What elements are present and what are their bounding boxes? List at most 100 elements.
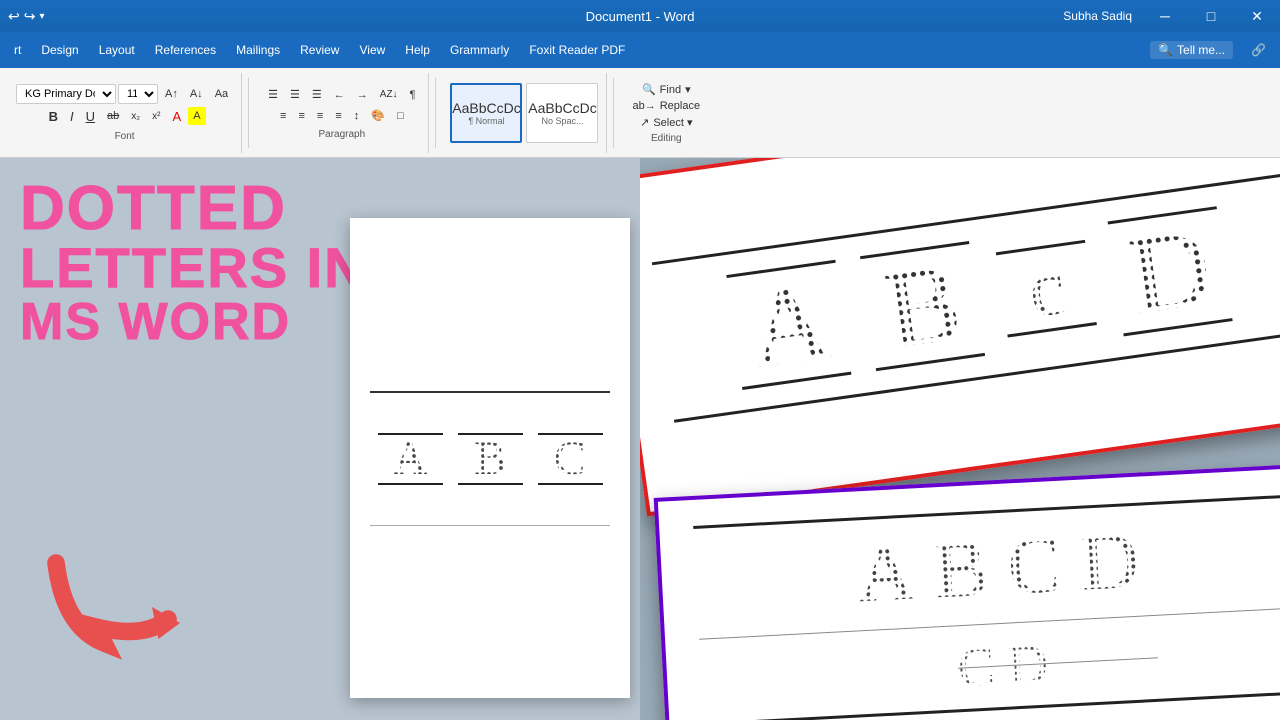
replace-icon: ab→ [632,100,655,112]
card2-letter-A: A [855,532,917,615]
find-icon: 🔍 [642,83,656,96]
right-panel: A B c D [640,158,1280,720]
font-format-row: B I U ab x₂ x² A A [44,106,206,127]
search-icon: 🔍 [1158,43,1173,57]
undo-icon[interactable]: ↩ [8,8,20,25]
arrow-container [40,515,200,680]
borders-button[interactable]: □ [392,107,409,125]
tutorial-line1: DOTTED [20,174,287,243]
letter-B-container: B [460,433,520,485]
highlight-button[interactable]: A [188,107,205,125]
letter-A-container: A [380,433,440,485]
letter-A-bottom-line [378,483,443,485]
style-nospace-preview: AaBbCcDc [528,100,596,116]
menu-item-review[interactable]: Review [290,39,349,61]
search-placeholder: Tell me... [1177,43,1225,57]
find-button[interactable]: 🔍 Find ▾ [638,81,695,98]
restore-button[interactable]: □ [1188,0,1234,32]
card2-letter-B: B [932,529,989,612]
style-normal-label: ¶ Normal [468,116,504,126]
menu-item-foxit[interactable]: Foxit Reader PDF [519,39,635,61]
ribbon-separator-1 [248,78,249,148]
left-panel: DOTTED LETTERS IN MS WORD A [0,158,640,720]
user-name: Subha Sadiq [1053,0,1142,32]
menu-bar: rt Design Layout References Mailings Rev… [0,32,1280,68]
grow-font-button[interactable]: A↑ [160,85,183,103]
tutorial-title: DOTTED LETTERS IN MS WORD [20,178,367,348]
doc-card-top: A B c D [640,158,1280,516]
strikethrough-button[interactable]: ab [102,107,124,125]
arrow-icon [40,515,200,675]
style-normal[interactable]: AaBbCcDc ¶ Normal [450,83,522,143]
document-title: Document1 - Word [586,9,695,24]
window-controls: Subha Sadiq ─ □ ✕ [1053,0,1280,32]
select-label: Select ▾ [653,116,692,129]
font-size-selector[interactable]: 11 [118,84,158,104]
italic-button[interactable]: I [65,106,79,127]
list-row: ☰ ☰ ☰ ← → AZ↓ ¶ [263,85,420,104]
close-button[interactable]: ✕ [1234,0,1280,32]
show-hide-button[interactable]: ¶ [405,86,421,104]
find-label: Find [660,84,681,96]
align-row: ≡ ≡ ≡ ≡ ↕ 🎨 □ [275,106,409,125]
align-right-button[interactable]: ≡ [312,107,328,125]
numbering-button[interactable]: ☰ [285,85,305,104]
sort-button[interactable]: AZ↓ [375,86,403,103]
clear-format-button[interactable]: Aa [210,85,233,103]
menu-item-rt[interactable]: rt [4,39,31,61]
style-normal-preview: AaBbCcDc [452,100,520,116]
justify-button[interactable]: ≡ [330,107,346,125]
ribbon-separator-3 [613,78,614,148]
align-center-button[interactable]: ≡ [293,107,309,125]
card1-letter-D: D [1124,211,1218,331]
ribbon-separator-2 [435,78,436,148]
card2-letter-C: C [1006,525,1063,608]
bold-button[interactable]: B [44,106,63,127]
subscript-button[interactable]: x₂ [126,108,145,125]
indent-inc-button[interactable]: → [352,86,373,104]
superscript-button[interactable]: x² [147,108,165,125]
main-content: DOTTED LETTERS IN MS WORD A [0,158,1280,720]
select-icon: ↗ [640,116,649,129]
menu-item-grammarly[interactable]: Grammarly [440,39,519,61]
bullets-button[interactable]: ☰ [263,85,283,104]
letter-A: A [393,435,428,483]
style-no-space[interactable]: AaBbCcDc No Spac... [526,83,598,143]
tell-me-search[interactable]: 🔍 Tell me... [1150,41,1233,59]
redo-icon[interactable]: ↪ [24,8,36,25]
menu-item-view[interactable]: View [349,39,395,61]
share-button[interactable]: 🔗 [1241,39,1276,61]
ribbon: KG Primary Do 11 A↑ A↓ Aa B I U ab x₂ x²… [0,68,1280,158]
font-color-button[interactable]: A [168,106,187,127]
align-left-button[interactable]: ≡ [275,107,291,125]
font-group-label: Font [115,131,135,142]
quick-access-more[interactable]: ▾ [39,11,44,22]
titlebar: ↩ ↪ ▾ Document1 - Word Subha Sadiq ─ □ ✕ [0,0,1280,32]
letter-B-bottom-line [458,483,523,485]
shrink-font-button[interactable]: A↓ [185,85,208,103]
letter-C-bottom-line [538,483,603,485]
editing-group: 🔍 Find ▾ ab→ Replace ↗ Select ▾ Editing [620,73,712,153]
menu-item-help[interactable]: Help [395,39,440,61]
card1-letter-B: B [879,246,967,365]
find-dropdown-icon: ▾ [685,83,691,96]
menu-item-layout[interactable]: Layout [89,39,145,61]
minimize-button[interactable]: ─ [1142,0,1188,32]
font-name-selector[interactable]: KG Primary Do [16,84,116,104]
menu-item-design[interactable]: Design [31,39,88,61]
line-spacing-button[interactable]: ↕ [349,107,365,125]
font-group: KG Primary Do 11 A↑ A↓ Aa B I U ab x₂ x²… [8,73,242,153]
menu-item-references[interactable]: References [145,39,226,61]
replace-button[interactable]: ab→ Replace [628,98,704,114]
small-letters-row: A B C [370,423,610,495]
select-button[interactable]: ↗ Select ▾ [636,114,696,131]
indent-dec-button[interactable]: ← [329,86,350,104]
menu-item-mailings[interactable]: Mailings [226,39,290,61]
multilevel-button[interactable]: ☰ [307,85,327,104]
font-selectors-row: KG Primary Do 11 A↑ A↓ Aa [16,84,233,104]
letter-C-container: C [540,433,600,485]
letter-B: B [474,435,506,483]
underline-button[interactable]: U [81,106,100,127]
shading-button[interactable]: 🎨 [366,106,390,125]
tutorial-line2: LETTERS IN [20,240,367,296]
